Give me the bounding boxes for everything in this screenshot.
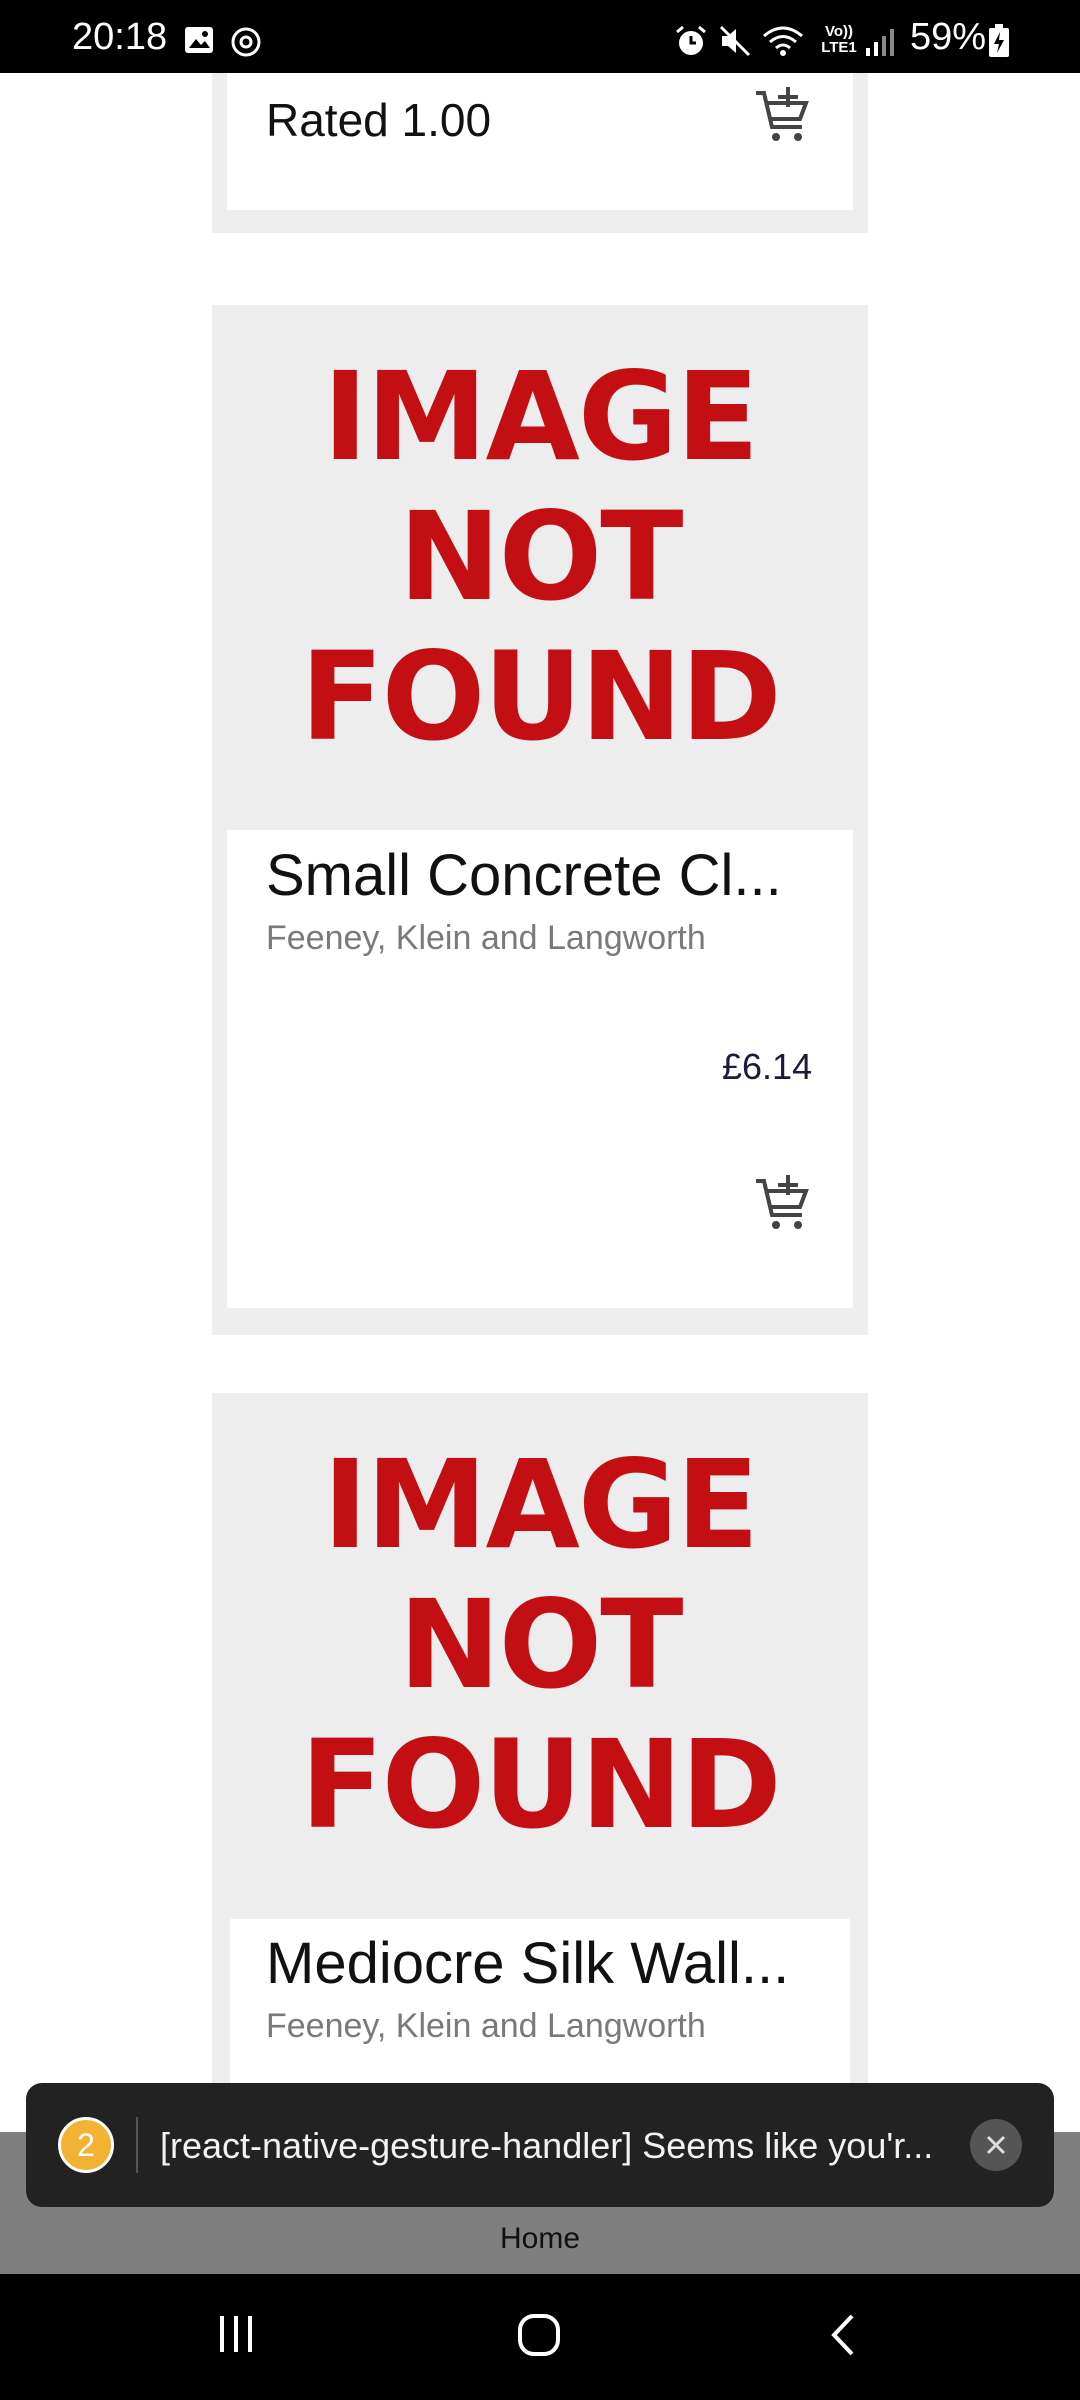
product-price: £6.14 bbox=[722, 1046, 813, 1087]
image-not-found-text: IMAGE bbox=[322, 346, 760, 488]
image-not-found-text: IMAGE bbox=[322, 1434, 760, 1576]
mute-icon bbox=[718, 24, 752, 63]
product-title[interactable]: Small Concrete Cl... bbox=[266, 847, 782, 905]
image-not-found-text: FOUND bbox=[300, 1714, 782, 1856]
warning-toast[interactable]: 2 [react-native-gesture-handler] Seems l… bbox=[26, 2083, 1054, 2207]
signal-icon bbox=[864, 26, 896, 63]
system-nav-bar bbox=[0, 2274, 1080, 2400]
wifi-icon bbox=[762, 24, 804, 63]
battery-icon bbox=[988, 24, 1010, 63]
toast-divider bbox=[136, 2117, 138, 2173]
status-time: 20:18 bbox=[72, 16, 168, 58]
back-icon[interactable] bbox=[822, 2312, 862, 2363]
sync-icon bbox=[230, 26, 262, 63]
image-not-found-text: NOT bbox=[398, 486, 683, 628]
product-list[interactable]: Rated 1.00 IMAGE NOT FOUND Small Concret… bbox=[0, 73, 1080, 2130]
volte-icon: Vo)) LTE1 bbox=[821, 23, 857, 56]
close-icon[interactable] bbox=[970, 2119, 1022, 2171]
product-image-placeholder: IMAGE NOT FOUND bbox=[212, 305, 868, 827]
status-bar: 20:18 Vo)) LTE1 59% bbox=[0, 0, 1080, 73]
tab-home[interactable]: Home bbox=[0, 2222, 1080, 2256]
battery-percentage: 59% bbox=[910, 16, 987, 58]
toast-message[interactable]: [react-native-gesture-handler] Seems lik… bbox=[160, 2125, 933, 2167]
product-rating: Rated 1.00 bbox=[266, 94, 492, 146]
product-image-placeholder: IMAGE NOT FOUND bbox=[212, 1393, 868, 1915]
add-to-cart-icon[interactable] bbox=[752, 85, 812, 145]
home-icon[interactable] bbox=[516, 2312, 562, 2363]
image-not-found-text: NOT bbox=[398, 1574, 683, 1716]
alarm-icon bbox=[674, 24, 708, 63]
add-to-cart-icon[interactable] bbox=[752, 1173, 812, 1233]
image-not-found-text: FOUND bbox=[300, 626, 782, 768]
image-icon bbox=[184, 26, 214, 59]
product-title[interactable]: Mediocre Silk Wall... bbox=[266, 1935, 789, 1993]
warning-count-badge: 2 bbox=[58, 2117, 114, 2173]
recent-apps-icon[interactable] bbox=[214, 2312, 258, 2361]
product-brand: Feeney, Klein and Langworth bbox=[266, 2007, 706, 2045]
product-brand: Feeney, Klein and Langworth bbox=[266, 919, 706, 957]
